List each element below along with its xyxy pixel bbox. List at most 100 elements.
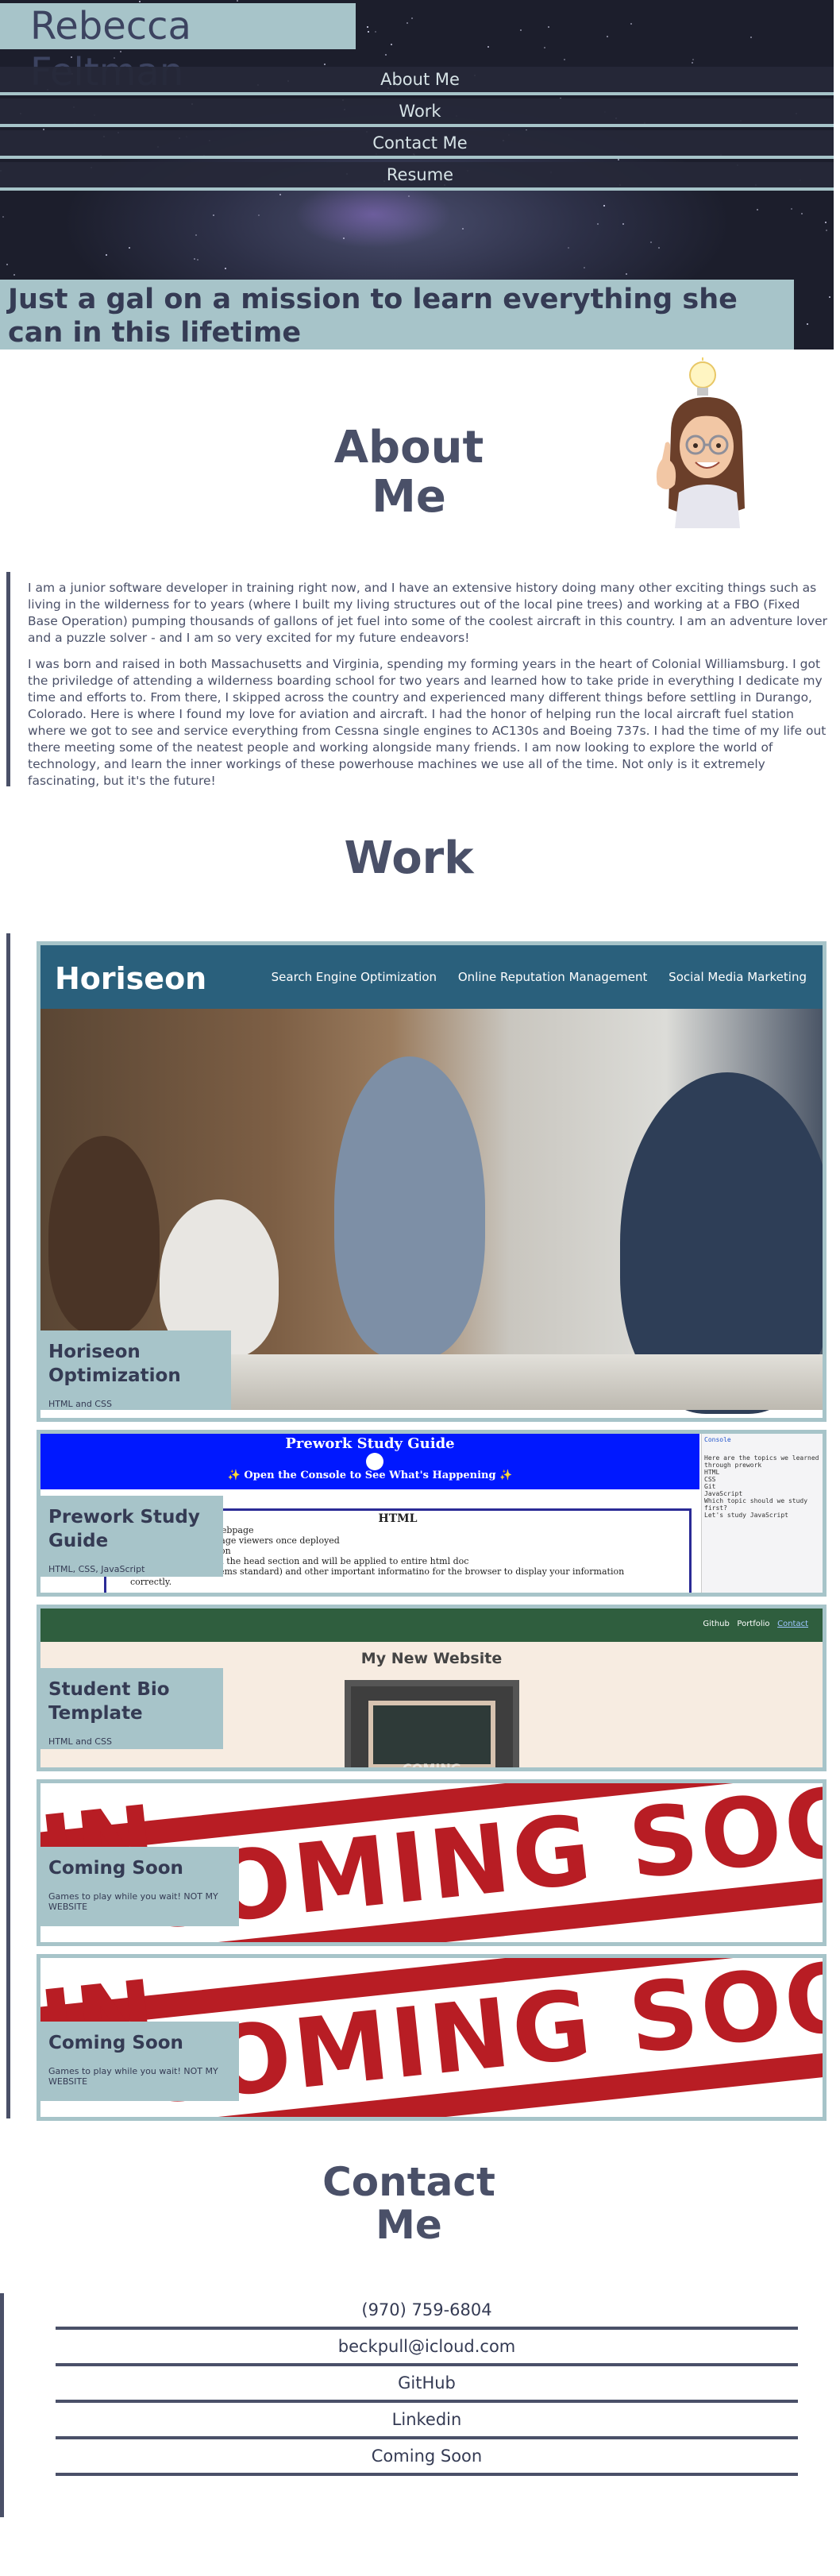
star <box>626 273 627 275</box>
project-tech: HTML and CSS <box>48 1736 112 1747</box>
star <box>407 22 408 24</box>
star <box>194 258 195 260</box>
nav-work[interactable]: Work <box>0 98 834 127</box>
site-title: Rebecca Feltman <box>0 3 356 95</box>
memoji-avatar <box>656 357 745 528</box>
star <box>564 59 565 60</box>
star <box>462 228 464 230</box>
star <box>13 274 15 276</box>
star <box>411 17 413 19</box>
star <box>520 29 522 31</box>
console-line: Here are the topics we learned through p… <box>704 1454 819 1469</box>
student-bio-header: Github Portfolio Contact <box>40 1609 823 1642</box>
star <box>603 205 605 207</box>
star <box>692 59 694 60</box>
contact-github-link[interactable]: GitHub <box>56 2366 798 2403</box>
star <box>568 247 569 249</box>
star <box>607 36 608 37</box>
star <box>829 296 830 298</box>
star <box>129 247 130 249</box>
horiseon-header: Horiseon Search Engine Optimization Onli… <box>40 945 823 1009</box>
horiseon-nav-item: Social Media Marketing <box>669 970 807 984</box>
star <box>757 209 758 210</box>
project-card-coming-soon-2[interactable]: IN COMING SOO Coming Soon Games to play … <box>37 1954 827 2121</box>
contact-email-link[interactable]: beckpull@icloud.com <box>56 2330 798 2366</box>
star <box>692 62 693 64</box>
project-card-horiseon[interactable]: Horiseon Search Engine Optimization Onli… <box>37 941 827 1422</box>
contact-phone-link[interactable]: (970) 759-6804 <box>56 2293 798 2330</box>
student-bio-nav-item: Contact <box>777 1620 808 1628</box>
star <box>139 1 141 2</box>
about-text: I am a junior software developer in trai… <box>6 572 832 788</box>
project-caption: Horiseon Optimization HTML and CSS <box>40 1330 231 1410</box>
student-bio-nav-item: Github <box>703 1620 730 1628</box>
star <box>367 26 368 28</box>
star <box>487 46 489 48</box>
student-bio-nav: Github Portfolio Contact <box>703 1620 808 1628</box>
star <box>825 222 827 223</box>
star <box>106 254 107 256</box>
star <box>343 238 345 239</box>
star <box>2 216 4 218</box>
about-paragraph-1: I am a junior software developer in trai… <box>28 581 828 645</box>
project-caption: Coming Soon Games to play while you wait… <box>40 2022 239 2101</box>
star <box>375 31 376 33</box>
star <box>324 64 326 65</box>
horiseon-nav-item: Search Engine Optimization <box>271 970 437 984</box>
console-line: CSS <box>704 1476 716 1483</box>
student-bio-image: COMING <box>345 1680 519 1767</box>
lightbulb-icon <box>689 357 716 396</box>
star <box>213 214 214 216</box>
project-title: Prework Study Guide <box>48 1507 200 1551</box>
about-heading: About Me <box>333 422 484 523</box>
project-card-student-bio[interactable]: Github Portfolio Contact My New Website … <box>37 1605 827 1771</box>
student-bio-image-text: COMING <box>368 1701 495 1767</box>
project-title: Student Bio Template <box>48 1679 170 1724</box>
star <box>791 208 792 210</box>
contact-linkedin-link[interactable]: Linkedin <box>56 2403 798 2439</box>
prework-line: correctly. <box>130 1577 172 1587</box>
project-tech: Games to play while you wait! NOT MY WEB… <box>48 1891 218 1912</box>
star <box>195 234 197 236</box>
star <box>408 195 410 197</box>
star <box>597 223 599 225</box>
nav-about[interactable]: About Me <box>0 67 834 95</box>
star <box>650 241 652 243</box>
console-line: Let's study JavaScript <box>704 1512 788 1519</box>
console-line: Git <box>704 1483 716 1490</box>
horiseon-logo: Horiseon <box>55 961 207 996</box>
tagline: Just a gal on a mission to learn everyth… <box>0 280 794 350</box>
console-line: HTML <box>704 1469 720 1476</box>
project-card-prework[interactable]: Prework Study Guide ✨ Open the Console t… <box>37 1430 827 1597</box>
project-card-coming-soon-1[interactable]: IN COMING SOO Coming Soon Games to play … <box>37 1779 827 1946</box>
prework-title: Prework Study Guide <box>285 1435 455 1452</box>
star <box>368 31 369 33</box>
work-list: Horiseon Search Engine Optimization Onli… <box>6 933 832 2121</box>
console-icon <box>366 1453 383 1470</box>
contact-coming-soon-link[interactable]: Coming Soon <box>56 2439 798 2476</box>
project-caption: Prework Study Guide HTML, CSS, JavaScrip… <box>40 1496 223 1577</box>
devtools-console: Console Here are the topics we learned t… <box>701 1434 823 1593</box>
star <box>548 26 549 28</box>
project-tech: Games to play while you wait! NOT MY WEB… <box>48 2066 218 2087</box>
star <box>6 264 8 265</box>
student-bio-nav-item: Portfolio <box>737 1620 770 1628</box>
console-line: JavaScript <box>704 1490 743 1497</box>
project-title: Coming Soon <box>48 1858 183 1879</box>
star <box>801 213 803 214</box>
star <box>237 0 238 2</box>
star <box>807 323 808 325</box>
star <box>544 47 545 48</box>
star <box>225 268 226 269</box>
console-line: Which topic should we study first? <box>704 1497 808 1512</box>
student-bio-heading: My New Website <box>360 1650 503 1667</box>
project-tech: HTML, CSS, JavaScript <box>48 1564 145 1574</box>
horiseon-nav-item: Online Reputation Management <box>457 970 648 984</box>
main-nav: About Me Work Contact Me Resume <box>0 67 834 194</box>
project-caption: Student Bio Template HTML and CSS <box>40 1668 223 1749</box>
nav-contact[interactable]: Contact Me <box>0 130 834 159</box>
star <box>826 230 827 231</box>
star <box>279 194 281 195</box>
star <box>622 223 624 225</box>
nav-resume[interactable]: Resume <box>0 162 834 191</box>
